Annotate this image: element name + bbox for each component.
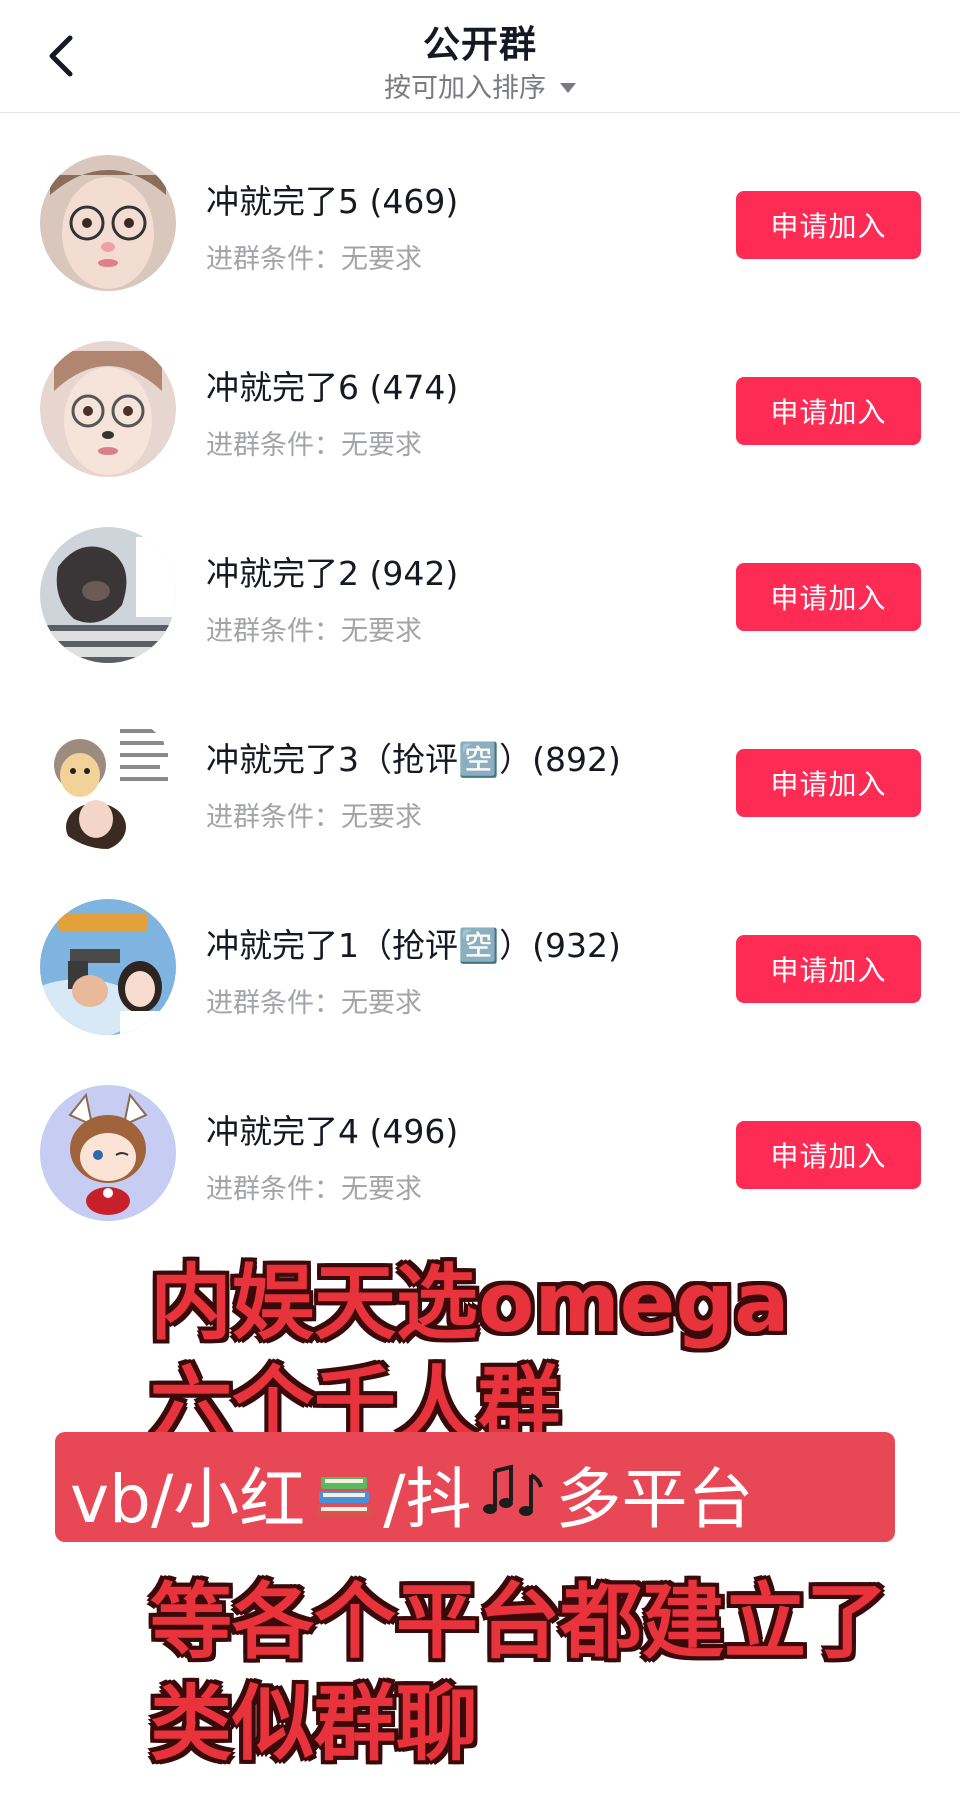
group-condition: 进群条件：无要求 — [206, 988, 422, 1019]
group-name: 冲就完了1（抢评🈳）(932) — [206, 926, 621, 965]
banner-text-left: vb/小红 — [70, 1461, 306, 1538]
banner-text-mid: /抖 — [383, 1461, 472, 1538]
group-row[interactable]: 冲就完了4 (496) 进群条件：无要求 申请加入 — [0, 1043, 960, 1229]
overlay-caption-line-5: 类似群聊 — [150, 1677, 479, 1772]
group-name: 冲就完了2 (942) — [206, 554, 459, 593]
join-button[interactable]: 申请加入 — [736, 377, 921, 445]
banner-text-right: 多平台 — [555, 1461, 754, 1538]
group-avatar[interactable] — [40, 527, 176, 663]
group-row[interactable]: 冲就完了6 (474) 进群条件：无要求 申请加入 — [0, 299, 960, 485]
join-button[interactable]: 申请加入 — [736, 1121, 921, 1189]
group-avatar[interactable] — [40, 1085, 176, 1221]
page-title: 公开群 — [423, 23, 537, 66]
join-button[interactable]: 申请加入 — [736, 749, 921, 817]
group-row[interactable]: 冲就完了5 (469) 进群条件：无要求 申请加入 — [0, 113, 960, 299]
group-avatar[interactable] — [40, 713, 176, 849]
group-name: 冲就完了3（抢评🈳）(892) — [206, 740, 621, 779]
music-notes-icon — [477, 1461, 549, 1527]
join-button[interactable]: 申请加入 — [736, 191, 921, 259]
group-condition: 进群条件：无要求 — [206, 244, 422, 275]
join-button[interactable]: 申请加入 — [736, 563, 921, 631]
group-condition: 进群条件：无要求 — [206, 616, 422, 647]
join-button[interactable]: 申请加入 — [736, 935, 921, 1003]
group-condition: 进群条件：无要求 — [206, 430, 422, 461]
group-avatar[interactable] — [40, 155, 176, 291]
group-avatar[interactable] — [40, 899, 176, 1035]
group-name: 冲就完了4 (496) — [206, 1112, 459, 1151]
group-condition: 进群条件：无要求 — [206, 1174, 422, 1205]
sort-dropdown[interactable]: 按可加入排序 — [0, 66, 960, 105]
sort-label: 按可加入排序 — [384, 73, 546, 104]
group-row[interactable]: 冲就完了3（抢评🈳）(892) 进群条件：无要求 申请加入 — [0, 671, 960, 857]
group-avatar[interactable] — [40, 341, 176, 477]
overlay-banner-text: vb/小红 /抖 多平台 — [70, 1446, 753, 1542]
group-row[interactable]: 冲就完了1（抢评🈳）(932) 进群条件：无要求 申请加入 — [0, 857, 960, 1043]
caret-down-icon — [560, 82, 576, 93]
books-icon — [311, 1461, 377, 1527]
group-name: 冲就完了5 (469) — [206, 182, 459, 221]
group-row[interactable]: 冲就完了2 (942) 进群条件：无要求 申请加入 — [0, 485, 960, 671]
group-name: 冲就完了6 (474) — [206, 368, 459, 407]
group-condition: 进群条件：无要求 — [206, 802, 422, 833]
top-bar: 公开群 按可加入排序 — [0, 0, 960, 113]
